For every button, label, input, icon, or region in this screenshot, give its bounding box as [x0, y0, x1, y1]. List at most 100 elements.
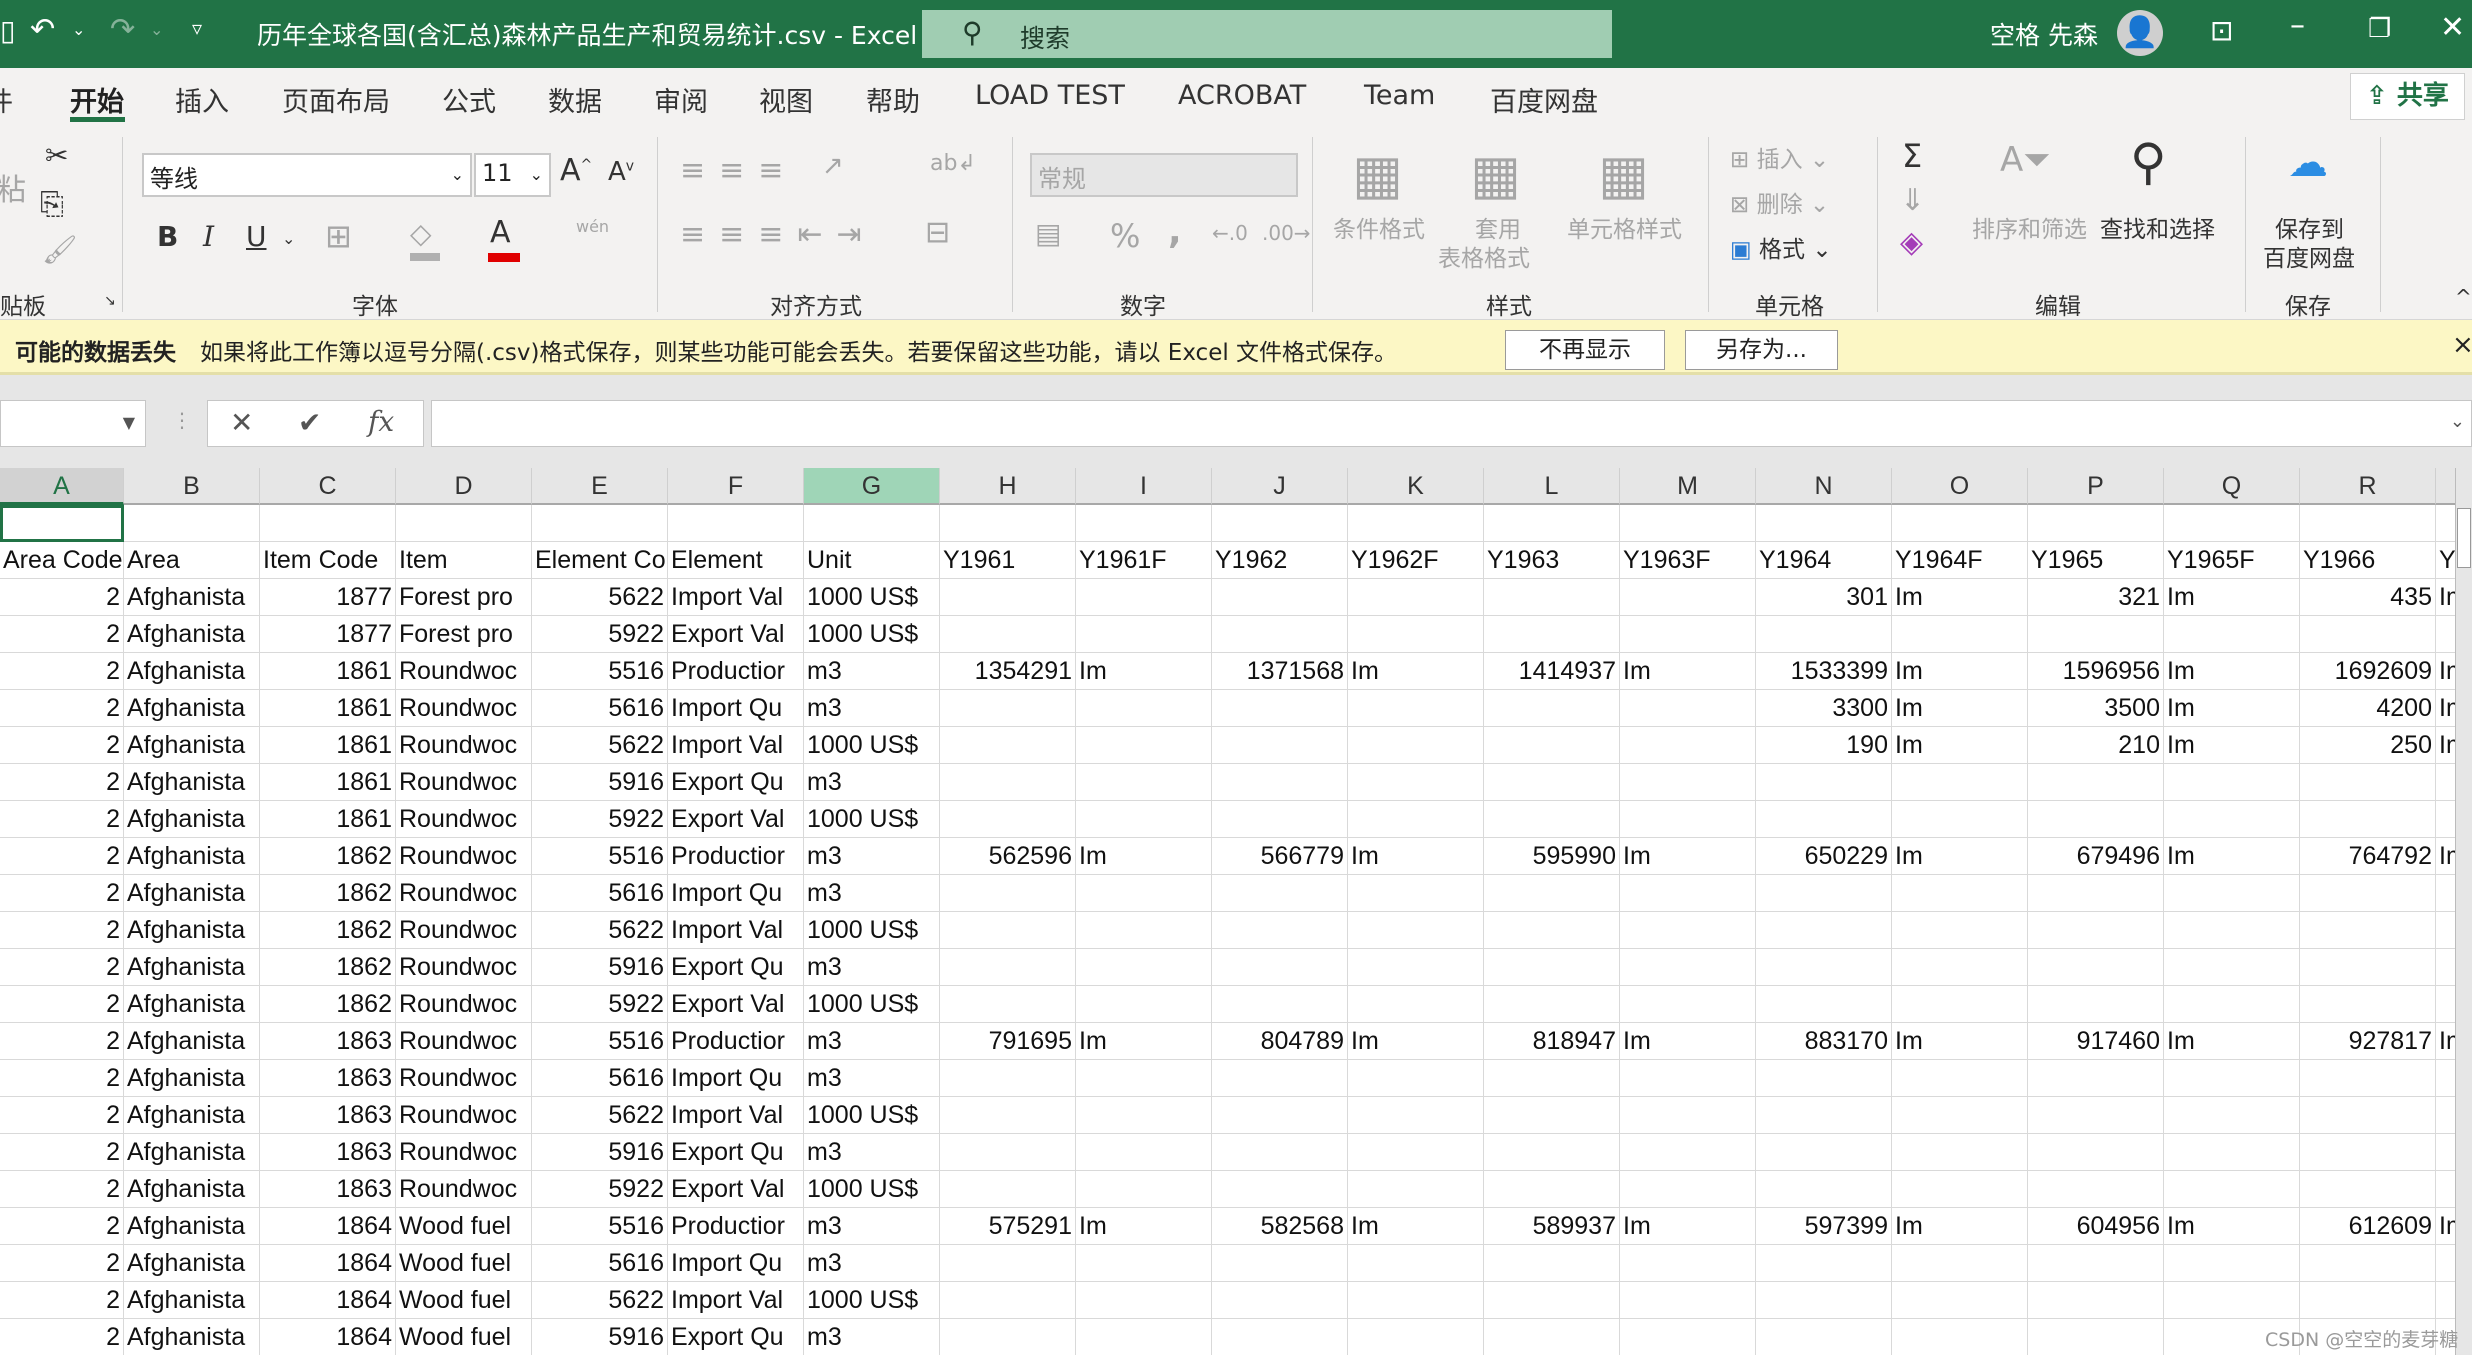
cell-n1[interactable] — [1756, 505, 1892, 542]
formula-input[interactable]: ⌄ — [431, 400, 2472, 447]
cell-n15[interactable]: 883170 — [1756, 1023, 1892, 1060]
clipboard-launcher-icon[interactable]: ↘ — [104, 293, 116, 309]
cell-b16[interactable]: Afghanista — [124, 1060, 260, 1097]
cell-b19[interactable]: Afghanista — [124, 1171, 260, 1208]
cell-h9[interactable] — [940, 801, 1076, 838]
cell-i19[interactable] — [1076, 1171, 1212, 1208]
cell-b14[interactable]: Afghanista — [124, 986, 260, 1023]
cell-p10[interactable]: 679496 — [2028, 838, 2164, 875]
tab-view[interactable]: 视图 — [759, 80, 813, 119]
cell-o8[interactable] — [1892, 764, 2028, 801]
cell-i2[interactable]: Y1961F — [1076, 542, 1212, 579]
cell-d1[interactable] — [396, 505, 532, 542]
cell-g17[interactable]: 1000 US$ — [804, 1097, 940, 1134]
cell-f15[interactable]: Productior — [668, 1023, 804, 1060]
cell-a20[interactable]: 2 — [0, 1208, 124, 1245]
cell-a12[interactable]: 2 — [0, 912, 124, 949]
cell-r1[interactable] — [2300, 505, 2436, 542]
increase-font-icon[interactable]: A^ — [560, 153, 592, 188]
cell-g5[interactable]: m3 — [804, 653, 940, 690]
cell-s14[interactable] — [2436, 986, 2455, 1023]
cell-s3[interactable]: Im — [2436, 579, 2455, 616]
cell-p9[interactable] — [2028, 801, 2164, 838]
cell-s2[interactable]: Y — [2436, 542, 2455, 579]
cell-k4[interactable] — [1348, 616, 1484, 653]
cell-d11[interactable]: Roundwoc — [396, 875, 532, 912]
cell-o2[interactable]: Y1964F — [1892, 542, 2028, 579]
find-select-button[interactable]: 查找和选择 — [2100, 210, 2215, 244]
scrollbar-thumb[interactable] — [2457, 508, 2471, 568]
cell-p1[interactable] — [2028, 505, 2164, 542]
cell-l6[interactable] — [1484, 690, 1620, 727]
cell-g23[interactable]: m3 — [804, 1319, 940, 1355]
cell-i18[interactable] — [1076, 1134, 1212, 1171]
save-icon[interactable]: ▯ — [0, 14, 15, 47]
cell-f10[interactable]: Productior — [668, 838, 804, 875]
dont-show-again-button[interactable]: 不再显示 — [1505, 330, 1665, 370]
cell-styles-icon[interactable]: ▦ — [1598, 143, 1649, 206]
decrease-font-icon[interactable]: Av — [608, 157, 634, 187]
cell-g15[interactable]: m3 — [804, 1023, 940, 1060]
cell-a18[interactable]: 2 — [0, 1134, 124, 1171]
cell-f16[interactable]: Import Qu — [668, 1060, 804, 1097]
cell-j4[interactable] — [1212, 616, 1348, 653]
cell-m2[interactable]: Y1963F — [1620, 542, 1756, 579]
cell-c7[interactable]: 1861 — [260, 727, 396, 764]
cell-b21[interactable]: Afghanista — [124, 1245, 260, 1282]
cell-k14[interactable] — [1348, 986, 1484, 1023]
cell-e16[interactable]: 5616 — [532, 1060, 668, 1097]
cell-a8[interactable]: 2 — [0, 764, 124, 801]
cell-q5[interactable]: Im — [2164, 653, 2300, 690]
cell-s8[interactable] — [2436, 764, 2455, 801]
increase-decimal-icon[interactable]: ←.0 — [1212, 221, 1248, 245]
cell-p4[interactable] — [2028, 616, 2164, 653]
tab-team[interactable]: Team — [1364, 80, 1435, 111]
format-painter-icon[interactable]: 🖌 — [42, 233, 78, 266]
redo-icon[interactable]: ↷ — [110, 12, 135, 47]
cell-g10[interactable]: m3 — [804, 838, 940, 875]
cell-g20[interactable]: m3 — [804, 1208, 940, 1245]
cell-d20[interactable]: Wood fuel — [396, 1208, 532, 1245]
cell-m10[interactable]: Im — [1620, 838, 1756, 875]
cell-a22[interactable]: 2 — [0, 1282, 124, 1319]
cell-e2[interactable]: Element Co — [532, 542, 668, 579]
cell-k23[interactable] — [1348, 1319, 1484, 1355]
cell-h7[interactable] — [940, 727, 1076, 764]
cell-i9[interactable] — [1076, 801, 1212, 838]
cell-p7[interactable]: 210 — [2028, 727, 2164, 764]
cell-m15[interactable]: Im — [1620, 1023, 1756, 1060]
cell-s12[interactable] — [2436, 912, 2455, 949]
cell-n8[interactable] — [1756, 764, 1892, 801]
cell-d9[interactable]: Roundwoc — [396, 801, 532, 838]
undo-icon[interactable]: ↶ — [30, 12, 55, 47]
column-header-k[interactable]: K — [1348, 468, 1484, 505]
cell-q21[interactable] — [2164, 1245, 2300, 1282]
cell-g9[interactable]: 1000 US$ — [804, 801, 940, 838]
cell-f11[interactable]: Import Qu — [668, 875, 804, 912]
cell-o5[interactable]: Im — [1892, 653, 2028, 690]
cell-h5[interactable]: 1354291 — [940, 653, 1076, 690]
cell-g1[interactable] — [804, 505, 940, 542]
cell-d18[interactable]: Roundwoc — [396, 1134, 532, 1171]
cell-s22[interactable] — [2436, 1282, 2455, 1319]
cell-m6[interactable] — [1620, 690, 1756, 727]
cell-l10[interactable]: 595990 — [1484, 838, 1620, 875]
cell-n5[interactable]: 1533399 — [1756, 653, 1892, 690]
cell-n2[interactable]: Y1964 — [1756, 542, 1892, 579]
cell-g13[interactable]: m3 — [804, 949, 940, 986]
cell-o22[interactable] — [1892, 1282, 2028, 1319]
cell-c11[interactable]: 1862 — [260, 875, 396, 912]
tab-review[interactable]: 审阅 — [654, 80, 708, 119]
cell-g22[interactable]: 1000 US$ — [804, 1282, 940, 1319]
cell-n13[interactable] — [1756, 949, 1892, 986]
cell-q10[interactable]: Im — [2164, 838, 2300, 875]
cell-q16[interactable] — [2164, 1060, 2300, 1097]
font-name-select[interactable]: 等线 ⌄ — [142, 153, 472, 197]
cell-c18[interactable]: 1863 — [260, 1134, 396, 1171]
cell-k8[interactable] — [1348, 764, 1484, 801]
font-size-select[interactable]: 11 ⌄ — [474, 153, 551, 197]
cell-g8[interactable]: m3 — [804, 764, 940, 801]
cell-m7[interactable] — [1620, 727, 1756, 764]
cell-h19[interactable] — [940, 1171, 1076, 1208]
column-header-a[interactable]: A — [0, 468, 124, 505]
